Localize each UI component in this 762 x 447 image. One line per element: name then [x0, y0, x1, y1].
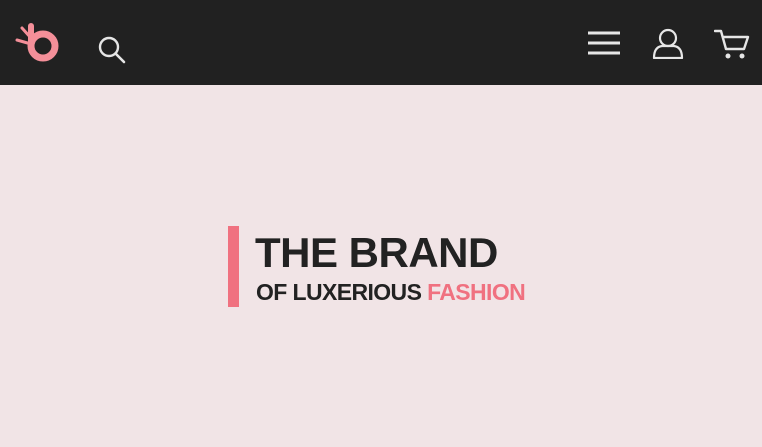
hamburger-menu-icon[interactable] [586, 28, 622, 58]
subline-highlight: FASHION [427, 279, 526, 305]
accent-bar [228, 226, 239, 307]
brand-logo-icon[interactable] [13, 22, 61, 64]
hero-banner: THE BRAND OF LUXERIOUS FASHION [0, 85, 762, 447]
user-icon[interactable] [651, 27, 685, 59]
site-header [0, 0, 762, 85]
hero-subline: OF LUXERIOUS FASHION [256, 278, 526, 306]
subline-prefix: OF LUXERIOUS [256, 279, 422, 305]
search-icon[interactable] [96, 34, 126, 64]
hero-headline: THE BRAND [255, 229, 498, 276]
shopping-cart-icon[interactable] [714, 27, 750, 61]
